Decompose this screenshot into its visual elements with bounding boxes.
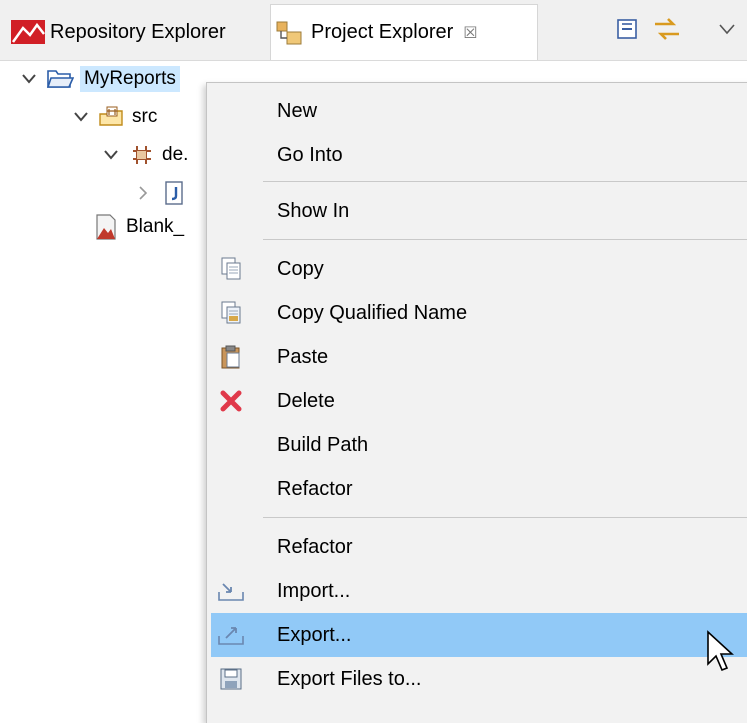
tree-item-package[interactable]: de. <box>100 138 188 172</box>
delete-icon <box>217 387 245 415</box>
tree-item-label: Blank_ <box>126 216 185 237</box>
project-explorer-icon <box>271 19 307 47</box>
chevron-down-icon[interactable] <box>18 74 40 84</box>
menu-separator <box>263 181 747 182</box>
menu-item-new[interactable]: New <box>207 89 747 133</box>
menu-item-import[interactable]: Import... <box>207 569 747 613</box>
menu-item-label: Refactor <box>277 477 353 500</box>
menu-item-delete[interactable]: Delete <box>207 379 747 423</box>
context-menu: New Go Into Show In Copy Copy Qualified … <box>206 82 747 723</box>
collapse-all-button[interactable] <box>612 14 642 44</box>
tree-item-src[interactable]: src <box>70 100 157 134</box>
menu-item-paste[interactable]: Paste <box>207 335 747 379</box>
copy-icon <box>217 255 245 283</box>
java-file-icon <box>160 181 188 205</box>
chevron-down-icon <box>719 24 735 35</box>
menu-item-label: New <box>277 99 318 122</box>
paste-icon <box>217 343 245 371</box>
tab-project-explorer[interactable]: Project Explorer ☒ <box>270 4 538 60</box>
package-icon <box>128 143 156 167</box>
menu-item-copy[interactable]: Copy <box>207 247 747 291</box>
link-with-editor-button[interactable] <box>652 14 682 44</box>
menu-item-label: Copy <box>277 257 324 280</box>
export-icon <box>217 621 245 649</box>
repository-explorer-icon <box>10 18 46 46</box>
tree-item-java-file[interactable] <box>132 176 194 210</box>
menu-item-label: Export Files to... <box>277 667 422 690</box>
close-tab-icon[interactable]: ☒ <box>463 23 477 43</box>
tab-repository-explorer[interactable]: Repository Explorer <box>10 4 270 60</box>
tree-item-label: de. <box>162 144 189 165</box>
source-folder-icon <box>98 105 126 129</box>
menu-item-label: Copy Qualified Name <box>277 301 468 324</box>
menu-item-label: Go Into <box>277 143 343 166</box>
open-project-folder-icon <box>46 67 74 91</box>
menu-item-label: Refactor <box>277 535 353 558</box>
menu-item-label: Build Path <box>277 433 369 456</box>
chevron-right-icon[interactable] <box>132 186 154 200</box>
menu-item-label: Show In <box>277 199 350 222</box>
mouse-cursor-icon <box>706 630 735 674</box>
tree-item-myreports[interactable]: MyReports <box>18 62 180 96</box>
tree-item-label: MyReports <box>80 66 180 92</box>
tree-item-blank-report[interactable]: Blank_ <box>92 210 184 244</box>
menu-item-refactor-2[interactable]: Refactor <box>207 525 747 569</box>
menu-item-label: Import... <box>277 579 351 602</box>
view-tab-bar: Repository Explorer Project Explorer ☒ <box>0 0 747 61</box>
menu-separator <box>263 239 747 240</box>
menu-item-refactor[interactable]: Refactor <box>207 467 747 511</box>
collapse-all-icon <box>617 19 637 39</box>
view-menu-button[interactable] <box>712 14 742 44</box>
link-with-editor-icon <box>655 18 679 40</box>
menu-item-copy-qualified-name[interactable]: Copy Qualified Name <box>207 291 747 335</box>
menu-item-build-path[interactable]: Build Path <box>207 423 747 467</box>
menu-item-label: Paste <box>277 345 329 368</box>
report-file-icon <box>92 214 120 240</box>
copy-qualified-name-icon <box>217 299 245 327</box>
chevron-down-icon[interactable] <box>70 112 92 122</box>
tab-label: Repository Explorer <box>50 20 226 43</box>
save-icon <box>217 665 245 693</box>
menu-item-show-in[interactable]: Show In <box>207 189 747 233</box>
menu-item-go-into[interactable]: Go Into <box>207 133 747 177</box>
tab-label: Project Explorer <box>311 21 454 43</box>
tree-item-label: src <box>132 106 158 127</box>
menu-item-label: Export... <box>277 623 352 646</box>
import-icon <box>217 577 245 605</box>
menu-separator <box>263 517 747 518</box>
chevron-down-icon[interactable] <box>100 150 122 160</box>
menu-item-export-files-to[interactable]: Export Files to... <box>207 657 747 701</box>
menu-item-label: Delete <box>277 389 335 412</box>
menu-item-export[interactable]: Export... <box>211 613 747 657</box>
